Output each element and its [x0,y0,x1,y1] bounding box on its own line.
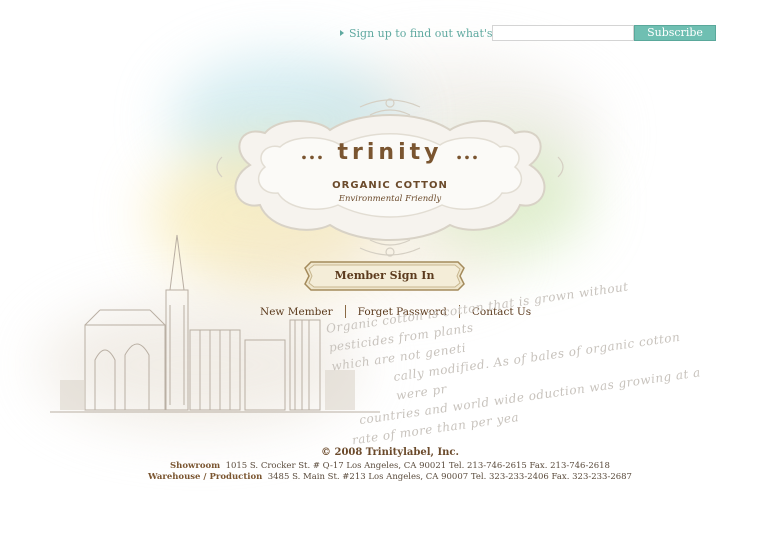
subscribe-button[interactable]: Subscribe Now [634,25,716,53]
logo-dots-right: ... [455,140,480,164]
warehouse-label: Warehouse / Production [148,472,263,482]
showroom-label: Showroom [170,461,221,471]
logo-dots-left: ... [300,140,325,164]
tagline: ORGANIC COTTON [332,180,448,191]
organic-cotton-script-text: Organic cotton is cotton that is grown w… [325,269,710,452]
subtagline: Environmental Friendly [338,194,442,204]
logo: ... trinity ... [230,140,550,165]
copyright: © 2008 Trinitylabel, Inc. [321,447,459,458]
brand-name: trinity [337,140,443,165]
email-input[interactable] [492,25,634,41]
showroom-address-line: Showroom 1015 S. Crocker St. # Q-17 Los … [0,461,780,471]
warehouse-address-line: Warehouse / Production 3485 S. Main St. … [0,472,780,482]
warehouse-address: 3485 S. Main St. #213 Los Angeles, CA 90… [267,472,632,482]
arrow-right-icon [340,30,344,36]
showroom-address: 1015 S. Crocker St. # Q-17 Los Angeles, … [225,461,610,471]
